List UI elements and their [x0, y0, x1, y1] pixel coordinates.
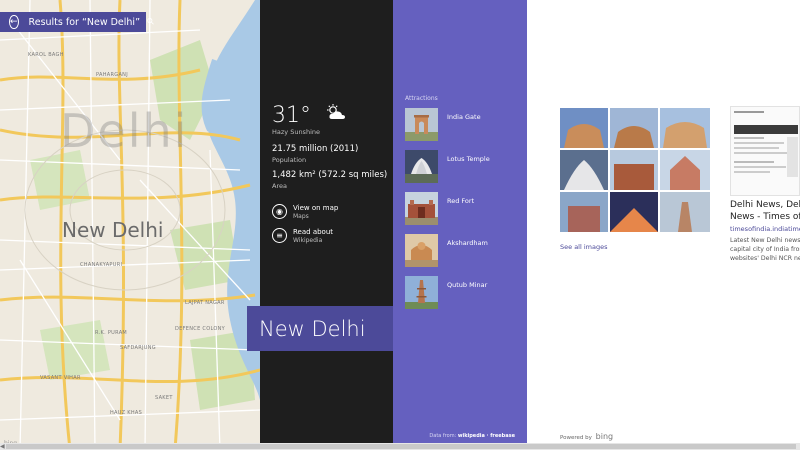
map-area-label: LAJPAT NAGAR: [185, 300, 225, 306]
link-title: View on map: [293, 204, 339, 212]
powered-by-label: Powered by: [560, 435, 592, 441]
image-grid[interactable]: [560, 108, 710, 232]
data-source-credit: Data from: wikipedia · freebase: [429, 433, 515, 439]
map-area-label: KAROL BAGH: [28, 52, 64, 58]
map-panel[interactable]: Delhi New Delhi KAROL BAGH PAHARGANJ CHA…: [0, 0, 260, 450]
see-all-images-link[interactable]: See all images: [560, 243, 607, 251]
map-area-label: VASANT VIHAR: [40, 375, 81, 381]
map-area-label: SAFDARJUNG: [120, 345, 156, 351]
powered-by-credit: Powered by bing: [560, 432, 613, 441]
map-area-label: HAUZ KHAS: [110, 410, 143, 416]
scrollbar-thumb[interactable]: [6, 444, 796, 449]
link-title: Read about: [293, 228, 334, 236]
area-value: 1,482 km² (572.2 sq miles): [272, 170, 388, 180]
news-snippet-line: capital city of India from t: [730, 246, 800, 253]
map-area-label: R.K. PURAM: [95, 330, 128, 336]
news-thumbnail[interactable]: [730, 106, 800, 196]
news-snippet: Latest New Delhi news sto capital city o…: [730, 236, 800, 263]
map-area-label: CHANAKYAPURI: [80, 262, 123, 268]
attraction-name: Akshardham: [447, 238, 488, 247]
area-label: Area: [272, 182, 287, 190]
attraction-name: Lotus Temple: [447, 154, 490, 163]
map-pin-icon: ◉: [272, 204, 287, 219]
attraction-item[interactable]: Qutub Minar: [405, 276, 487, 309]
city-title: New Delhi: [259, 316, 366, 341]
news-title-line[interactable]: News - Times of In: [730, 211, 800, 223]
images-news-panel: See all images Delhi News, Delhi News - …: [527, 0, 800, 443]
map-region-label: Delhi: [60, 104, 189, 158]
red-fort-thumbnail: [405, 192, 438, 225]
search-bar[interactable]: ← Results for “New Delhi” ⚲: [0, 12, 157, 32]
attractions-heading: Attractions: [405, 95, 438, 102]
data-from-sources[interactable]: wikipedia · freebase: [458, 433, 515, 439]
temperature: 31°: [272, 103, 311, 128]
link-subtitle: Maps: [293, 213, 309, 220]
qutub-minar-thumbnail: [405, 276, 438, 309]
attractions-panel: Attractions India Gate Lotus Temple Red …: [393, 0, 527, 443]
map-city-label: New Delhi: [62, 218, 164, 242]
news-snippet-line: Latest New Delhi news sto: [730, 237, 800, 244]
population-value: 21.75 million (2011): [272, 144, 359, 154]
view-on-map-link[interactable]: ◉ View on map Maps: [272, 204, 338, 220]
weather-description: Hazy Sunshine: [272, 128, 320, 136]
population-label: Population: [272, 156, 307, 164]
list-icon: ≡: [272, 228, 287, 243]
news-title-line[interactable]: Delhi News, Delhi: [730, 199, 800, 211]
link-subtitle: Wikipedia: [293, 237, 323, 244]
map-area-label: DEFENCE COLONY: [175, 326, 225, 332]
horizontal-scrollbar[interactable]: ◀: [0, 443, 800, 450]
map-area-label: SAKET: [155, 395, 173, 401]
news-snippet-line: websites' Delhi NCR news: [730, 255, 800, 262]
city-title-tile: New Delhi: [247, 306, 393, 351]
info-panel: 31° Hazy Sunshine 21.75 million (2011) P…: [260, 0, 393, 443]
news-url[interactable]: timesofindia.indiatimes.com: [730, 225, 800, 233]
attraction-name: Qutub Minar: [447, 280, 488, 289]
attraction-item[interactable]: Akshardham: [405, 234, 488, 267]
akshardham-thumbnail: [405, 234, 438, 267]
bing-logo: bing: [595, 432, 614, 441]
search-query-label[interactable]: Results for “New Delhi”: [29, 17, 140, 28]
data-from-prefix: Data from:: [429, 433, 457, 439]
attraction-name: Red Fort: [447, 196, 475, 205]
back-arrow-icon[interactable]: ←: [9, 15, 19, 29]
search-results-page: Delhi New Delhi KAROL BAGH PAHARGANJ CHA…: [0, 0, 800, 450]
lotus-temple-thumbnail: [405, 150, 438, 183]
attraction-item[interactable]: Lotus Temple: [405, 150, 490, 183]
map-area-label: PAHARGANJ: [96, 72, 128, 78]
attraction-item[interactable]: India Gate: [405, 108, 481, 141]
weather-row: 31°: [272, 103, 347, 128]
sun-cloud-icon: [325, 103, 347, 124]
read-about-link[interactable]: ≡ Read about Wikipedia: [272, 228, 333, 244]
india-gate-thumbnail: [405, 108, 438, 141]
attraction-name: India Gate: [447, 112, 481, 121]
attraction-item[interactable]: Red Fort: [405, 192, 474, 225]
